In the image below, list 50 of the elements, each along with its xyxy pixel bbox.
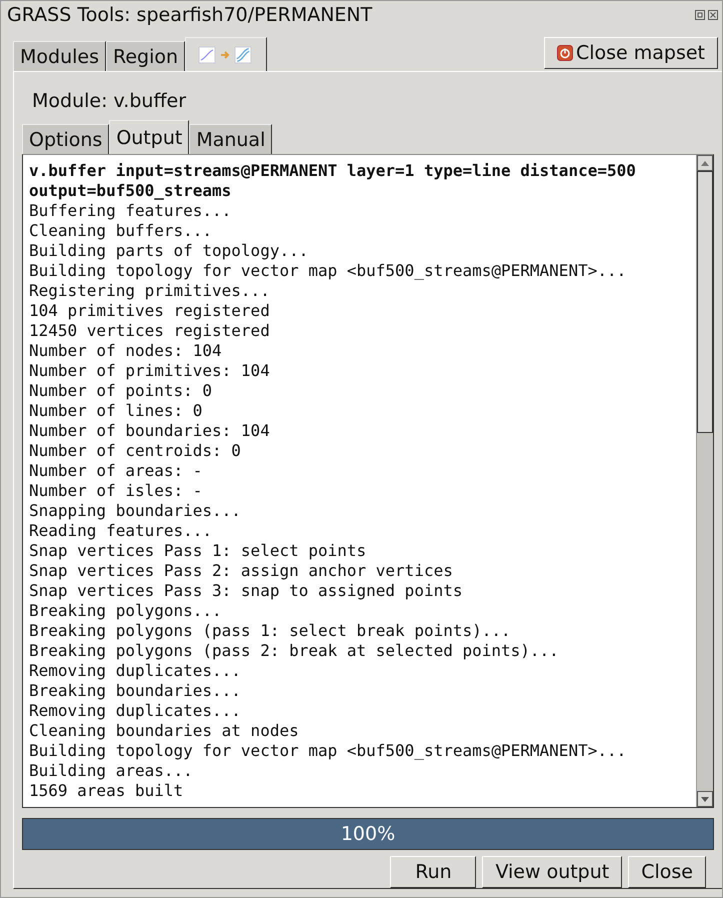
- power-icon: [556, 45, 573, 61]
- output-line: Cleaning boundaries at nodes: [29, 721, 300, 741]
- dialog-button[interactable]: Run: [390, 856, 476, 888]
- output-line: Number of isles: -: [29, 481, 204, 501]
- scrollbar[interactable]: [696, 155, 713, 807]
- output-line: Snapping boundaries...: [29, 501, 242, 521]
- output-line: 104 primitives registered: [29, 301, 271, 321]
- command-line: v.buffer input=streams@PERMANENT layer=1 type=line distance=500 output=buf500_streams: [29, 161, 637, 201]
- output-line: Building topology for vector map <buf500_streams@PERMANENT>...: [29, 261, 628, 281]
- close-icon[interactable]: [708, 10, 718, 20]
- output-line: Number of centroids: 0: [29, 441, 242, 461]
- output-line: Cleaning buffers...: [29, 221, 214, 241]
- output-line: Removing duplicates...: [29, 661, 242, 681]
- output-line: Number of boundaries: 104: [29, 421, 271, 441]
- vector-convert-icon: [198, 46, 254, 64]
- output-line: Breaking polygons...: [29, 601, 223, 621]
- scroll-down-icon[interactable]: [701, 796, 709, 802]
- output-line: Building areas...: [29, 761, 194, 781]
- output-line: Number of lines: 0: [29, 401, 204, 421]
- output-line: 1569 areas built: [29, 781, 184, 801]
- output-line: Number of nodes: 104: [29, 341, 223, 361]
- tab[interactable]: Modules: [13, 41, 106, 71]
- dialog-button[interactable]: View output: [482, 856, 622, 888]
- tab[interactable]: Options: [22, 124, 110, 154]
- output-line: Breaking polygons (pass 1: select break points)...: [29, 621, 512, 641]
- tab[interactable]: Manual: [189, 124, 272, 154]
- output-line: Number of points: 0: [29, 381, 214, 401]
- scroll-up-icon[interactable]: [701, 160, 709, 166]
- dialog-button[interactable]: Close: [628, 856, 706, 888]
- output-line: Snap vertices Pass 3: snap to assigned points: [29, 581, 464, 601]
- restore-icon[interactable]: [695, 10, 705, 20]
- window-title: GRASS Tools: spearfish70/PERMANENT: [7, 4, 374, 26]
- output-line: Breaking boundaries...: [29, 681, 242, 701]
- tab[interactable]: Region: [106, 41, 186, 71]
- output-line: Reading features...: [29, 521, 214, 541]
- output-line: Number of areas: -: [29, 461, 204, 481]
- output-line: Number of primitives: 104: [29, 361, 271, 381]
- output-line: 12450 vertices registered: [29, 321, 271, 341]
- module-label: Module: v.buffer: [32, 90, 188, 114]
- output-line: Snap vertices Pass 2: assign anchor vertices: [29, 561, 454, 581]
- output-line: Breaking polygons (pass 2: break at selected points)...: [29, 641, 560, 661]
- output-line: Registering primitives...: [29, 281, 271, 301]
- output-line: Building topology for vector map <buf500_streams@PERMANENT>...: [29, 741, 628, 761]
- progress-label: 100%: [340, 823, 396, 845]
- output-line: Removing duplicates...: [29, 701, 242, 721]
- output-line: Snap vertices Pass 1: select points: [29, 541, 368, 561]
- output-line: Buffering features...: [29, 201, 232, 221]
- close-mapset-button[interactable]: Close mapset: [544, 37, 718, 69]
- tab[interactable]: Output: [109, 120, 190, 154]
- output-line: Building parts of topology...: [29, 241, 310, 261]
